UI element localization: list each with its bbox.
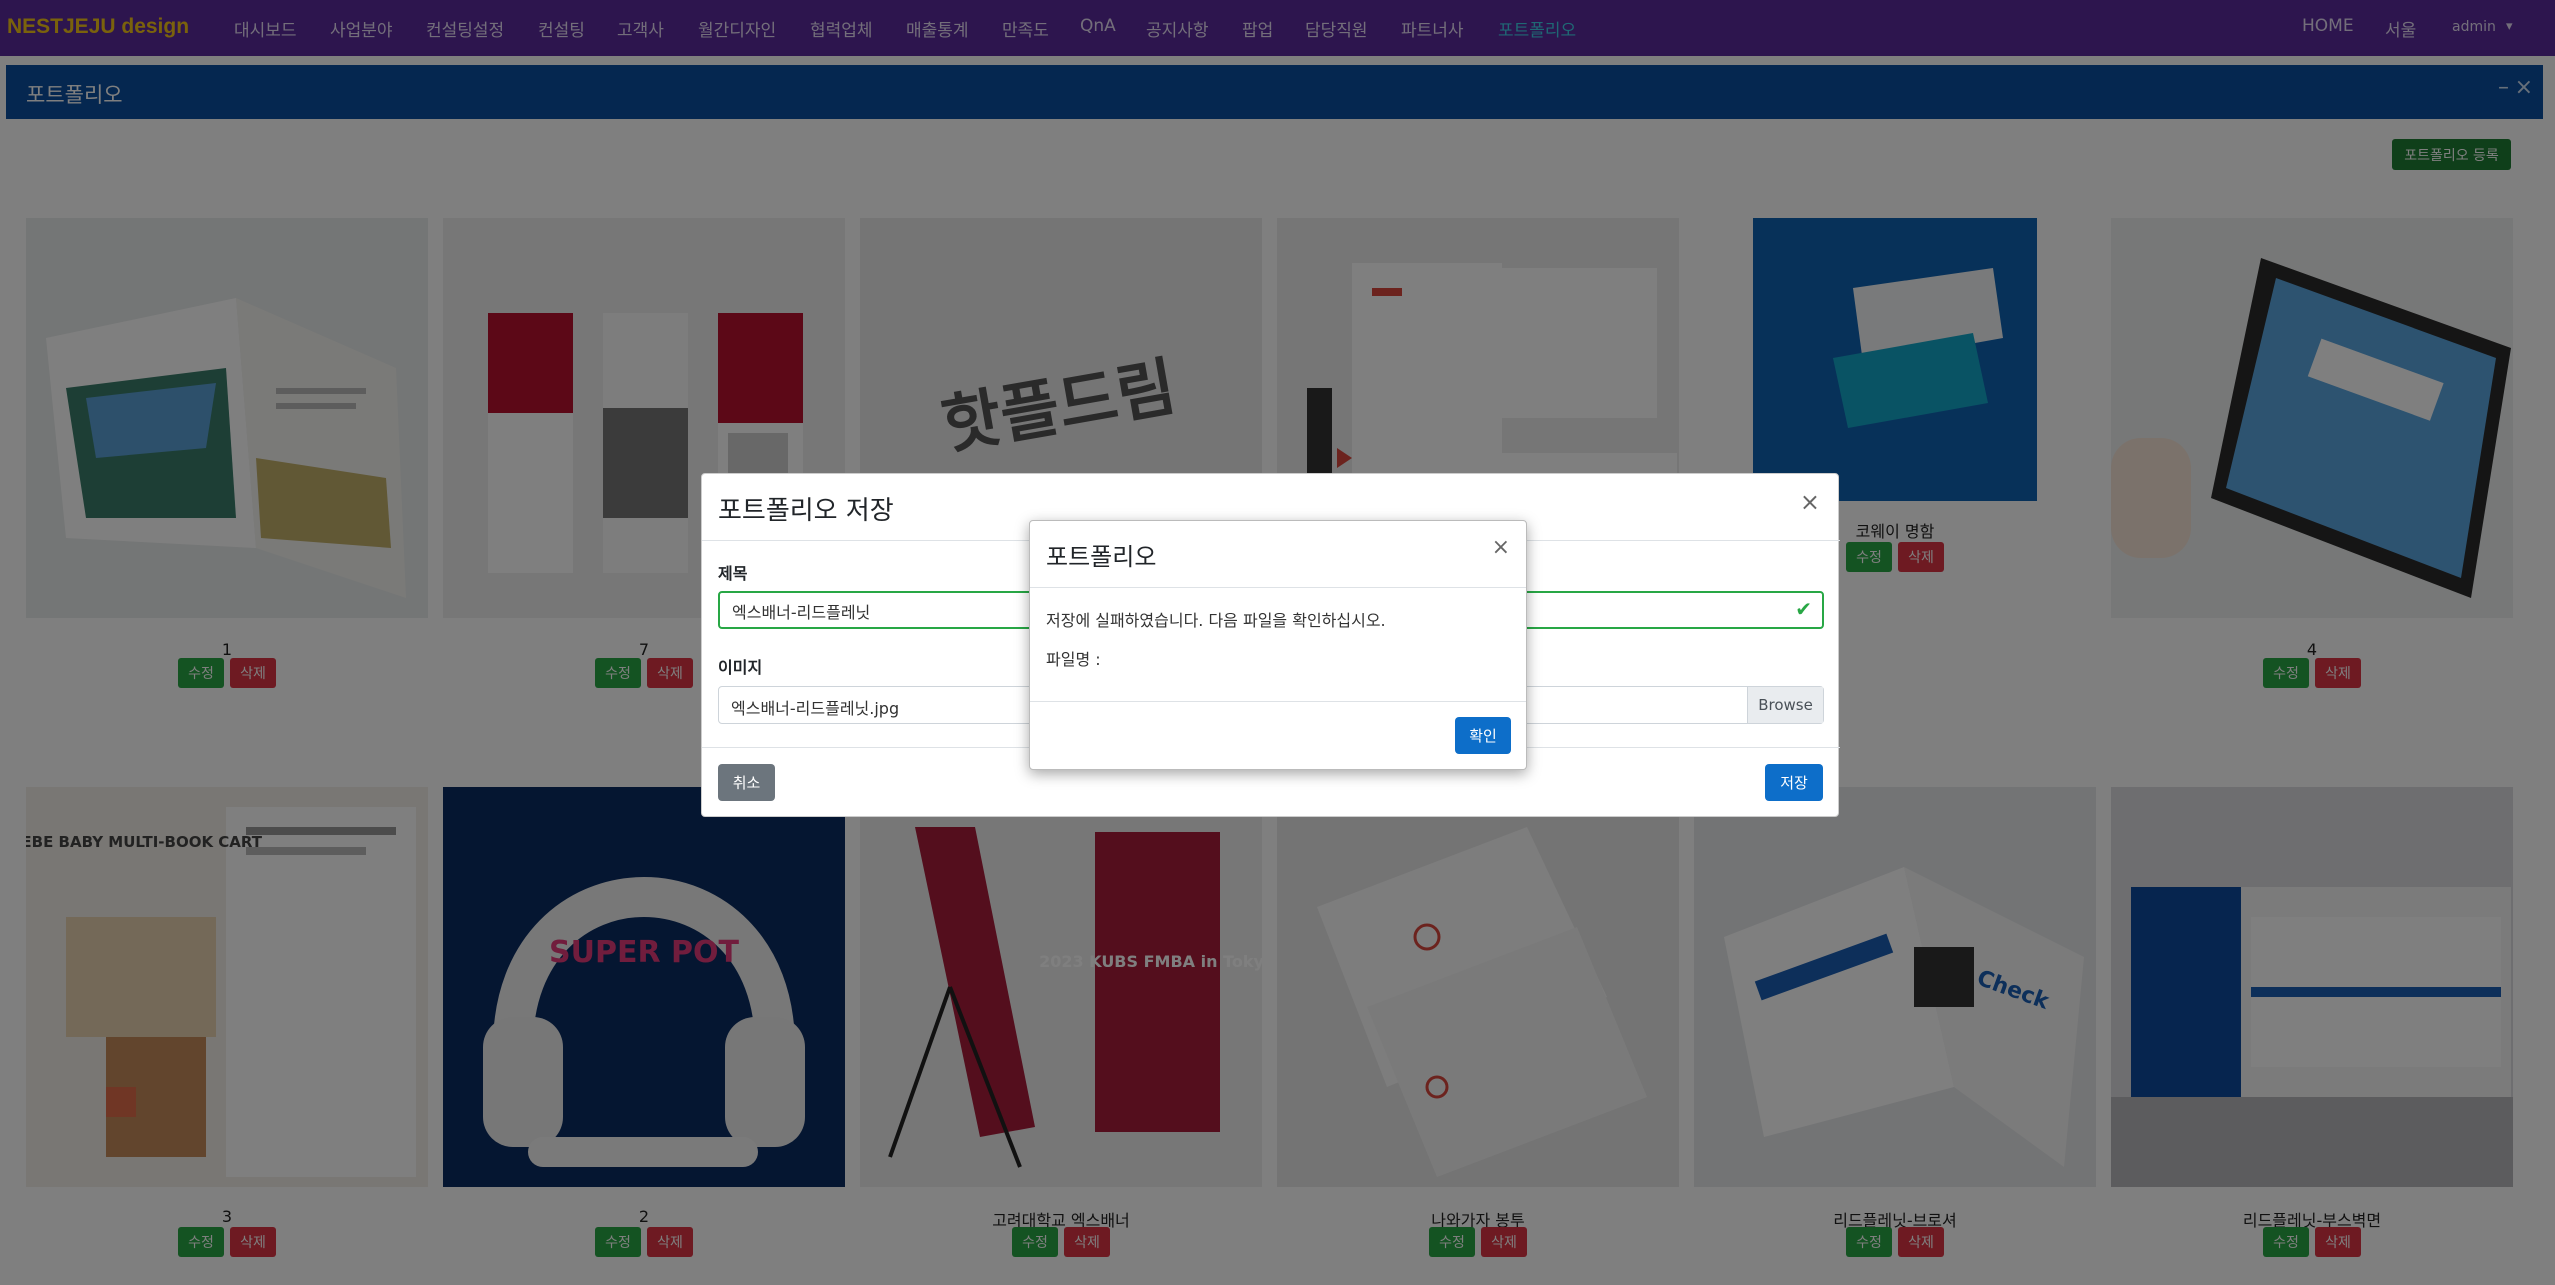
image-label: 이미지 (718, 658, 763, 677)
alert-divider (1030, 587, 1526, 588)
close-icon[interactable]: × (1800, 488, 1820, 516)
alert-message: 저장에 실패하였습니다. 다음 파일을 확인하십시오. (1046, 611, 1386, 630)
modal-title: 포트폴리오 저장 (718, 496, 894, 526)
alert-title: 포트폴리오 (1046, 543, 1157, 571)
close-icon[interactable]: × (1492, 535, 1510, 560)
check-icon: ✔ (1795, 597, 1812, 621)
title-label: 제목 (718, 564, 748, 583)
cancel-button[interactable]: 취소 (718, 764, 775, 801)
confirm-button[interactable]: 확인 (1455, 717, 1511, 754)
image-file-value: 엑스배너-리드플레닛.jpg (731, 699, 900, 718)
alert-file-label: 파일명 : (1046, 650, 1101, 669)
error-alert-dialog: 포트폴리오 × 저장에 실패하였습니다. 다음 파일을 확인하십시오. 파일명 … (1029, 520, 1527, 770)
save-button[interactable]: 저장 (1765, 764, 1823, 801)
browse-button[interactable]: Browse (1747, 687, 1823, 723)
title-input-value: 엑스배너-리드플레닛 (732, 603, 871, 622)
alert-divider (1030, 701, 1526, 702)
